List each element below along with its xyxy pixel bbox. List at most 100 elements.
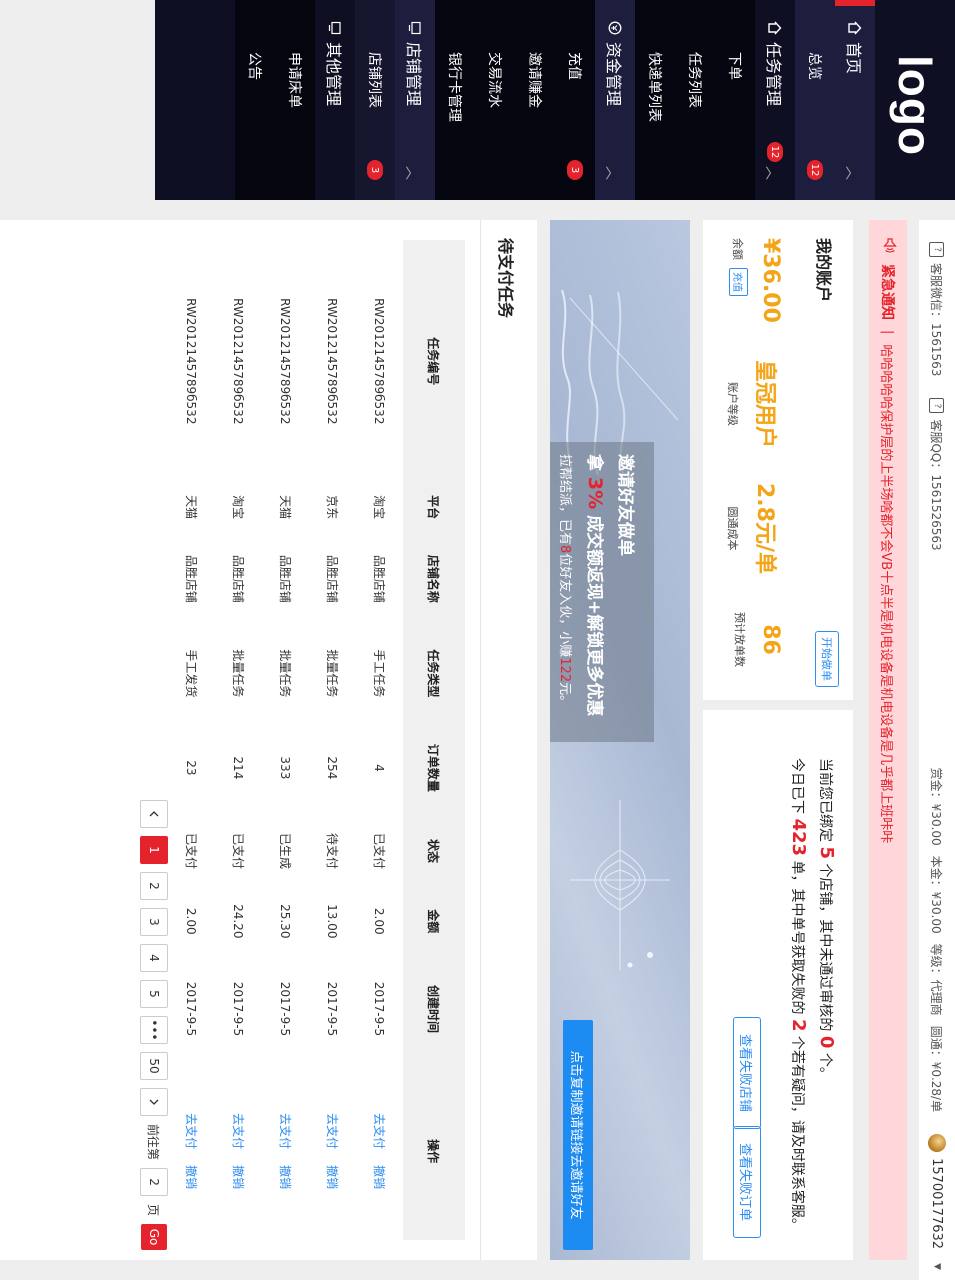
cancel-link[interactable]: 撤销 bbox=[325, 1165, 339, 1189]
chandelier-illustration bbox=[570, 800, 670, 970]
service-wechat: 客服微信：1561563 bbox=[929, 263, 944, 377]
recharge-button[interactable]: 充值 bbox=[729, 268, 748, 296]
page-unit: 页 bbox=[146, 1204, 161, 1217]
platform: 天猫 bbox=[184, 495, 198, 520]
username[interactable]: 15700177632 bbox=[930, 1158, 945, 1249]
go-button[interactable]: Go bbox=[141, 1224, 167, 1251]
estimate-stat: 86 预计放单数 bbox=[732, 612, 783, 667]
caret-down-icon[interactable]: ▼ bbox=[932, 1263, 942, 1270]
balance-label-row: 余额充值 bbox=[729, 238, 748, 323]
created-date: 2017-9-5 bbox=[372, 981, 387, 1037]
table-row: RW2012145789б532 淘宝 品胜店铺 手工任务 4 已支付 2.00… bbox=[356, 240, 403, 1240]
next-page-button[interactable] bbox=[140, 1088, 168, 1116]
nav-item-label: 快递单列表 bbox=[646, 52, 662, 122]
prev-page-button[interactable] bbox=[140, 800, 168, 828]
nav-item-invite-earn[interactable]: 邀请赚金 bbox=[515, 0, 555, 200]
platform: 京东 bbox=[325, 495, 339, 520]
chevron-up-icon: ︿ bbox=[403, 166, 419, 180]
cancel-link[interactable]: 撤销 bbox=[231, 1165, 245, 1189]
nav-home[interactable]: 首页 ︿ bbox=[835, 0, 875, 200]
copy-invite-link-button[interactable]: 点击复制邀请链接去邀请好友 bbox=[563, 1020, 593, 1250]
user-level: 等级：代理商 bbox=[929, 943, 944, 1016]
monitor-icon bbox=[327, 20, 343, 36]
nav-item-shop-list[interactable]: 店铺列表 3 bbox=[355, 0, 395, 200]
ellipsis[interactable]: ••• bbox=[140, 1016, 168, 1044]
shop-name: 品胜店铺 bbox=[184, 554, 198, 603]
table-header-row: 任务编号 平台 店铺名称 任务类型 订单数量 状态 金额 创建时间 操作 bbox=[403, 240, 465, 1240]
nav-home-label: 首页 bbox=[844, 42, 863, 75]
pay-link[interactable]: 去支付 bbox=[184, 1113, 198, 1149]
task-id: RW2012145789б532 bbox=[231, 298, 246, 425]
page-button[interactable]: 3 bbox=[140, 908, 168, 936]
nav-item-place-order[interactable]: 下单 bbox=[715, 0, 755, 200]
pay-link[interactable]: 去支付 bbox=[278, 1113, 292, 1149]
nav-other-management[interactable]: 其他管理 bbox=[315, 0, 355, 200]
speaker-icon bbox=[879, 238, 897, 254]
table-row: RW2012145789б532 天猫 品胜店铺 批量任务 333 已生成 25… bbox=[262, 240, 309, 1240]
shop-name: 品胜店铺 bbox=[231, 554, 245, 603]
nav-fund-management[interactable]: 资金管理 ︿ bbox=[595, 0, 635, 200]
shop-name: 品胜店铺 bbox=[278, 554, 292, 603]
principal-amount: 本金：¥30.00 bbox=[929, 855, 944, 934]
cancel-link[interactable]: 撤销 bbox=[278, 1165, 292, 1189]
level-value: 皇冠用户 bbox=[752, 360, 777, 449]
task-id: RW2012145789б532 bbox=[184, 298, 199, 425]
avatar[interactable] bbox=[928, 1134, 946, 1153]
view-failed-shops-button[interactable]: 查看失败店铺 bbox=[733, 1017, 761, 1129]
page-button[interactable]: 1 bbox=[140, 836, 168, 864]
shop-status-card: 当前您已绑定 5 个店铺，其中未通过审核的 0 个。 今日已下 423 单，其中… bbox=[703, 710, 853, 1260]
home-icon bbox=[847, 20, 863, 36]
nav-group-shops: 店铺管理 ︿ 店铺列表 3 bbox=[355, 0, 435, 200]
nav-item-bank-cards[interactable]: 银行卡管理 bbox=[435, 0, 475, 200]
cancel-link[interactable]: 撤销 bbox=[372, 1165, 386, 1189]
chevron-up-icon: ︿ bbox=[843, 166, 859, 180]
nav-item-announcement[interactable]: 公告 bbox=[235, 0, 275, 200]
orders-today: 423 bbox=[788, 818, 809, 857]
nav-item-task-list[interactable]: 任务列表 bbox=[675, 0, 715, 200]
chevron-up-icon: ︿ bbox=[603, 166, 619, 180]
nav-task-management[interactable]: 任务管理 12 ︿ bbox=[755, 0, 795, 200]
nav-item-label: 充值 bbox=[566, 52, 582, 80]
text: 个店铺，其中未通过审核的 bbox=[817, 863, 833, 1032]
goto-label: 前往第 bbox=[146, 1124, 161, 1161]
page-button[interactable]: 2 bbox=[140, 872, 168, 900]
table-row: RW2012145789б532 淘宝 品胜店铺 批量任务 214 已支付 24… bbox=[215, 240, 262, 1240]
pending-payment-tasks: 待支付任务 任务编号 平台 店铺名称 任务类型 订单数量 状态 金额 创建时间 … bbox=[0, 220, 537, 1260]
goto-page-input[interactable]: 2 bbox=[140, 1168, 168, 1197]
nav-item-express-list[interactable]: 快递单列表 bbox=[635, 0, 675, 200]
invite-progress: 拉帮结派，已有8位好友入伙，小赚122元。 bbox=[557, 454, 576, 742]
badge: 12 bbox=[807, 160, 823, 180]
shop-binding-summary: 当前您已绑定 5 个店铺，其中未通过审核的 0 个。 bbox=[816, 758, 837, 1081]
nav-item-label: 邀请赚金 bbox=[526, 52, 542, 108]
pay-link[interactable]: 去支付 bbox=[372, 1113, 386, 1149]
pay-link[interactable]: 去支付 bbox=[231, 1113, 245, 1149]
last-page-button[interactable]: 50 bbox=[140, 1052, 168, 1080]
nav-shop-management[interactable]: 店铺管理 ︿ bbox=[395, 0, 435, 200]
failed-orders-count: 2 bbox=[788, 1018, 809, 1032]
nav-item-apply-sheet[interactable]: 申请床单 bbox=[275, 0, 315, 200]
nav-group-tasks: 任务管理 12 ︿ 下单 任务列表 快递单列表 bbox=[635, 0, 795, 200]
column-header: 创建时间 bbox=[403, 955, 465, 1063]
page-button[interactable]: 4 bbox=[140, 944, 168, 972]
shop-name: 品胜店铺 bbox=[372, 554, 386, 603]
created-date: 2017-9-5 bbox=[278, 981, 293, 1037]
nav-item-transactions[interactable]: 交易流水 bbox=[475, 0, 515, 200]
page-button[interactable]: 5 bbox=[140, 980, 168, 1008]
pay-link[interactable]: 去支付 bbox=[325, 1113, 339, 1149]
nav-item-overview[interactable]: 总览 12 bbox=[795, 0, 835, 200]
nav-group-other: 其他管理 申请床单 公告 bbox=[235, 0, 355, 200]
view-failed-orders-button[interactable]: 查看失败订单 bbox=[733, 1126, 761, 1238]
active-indicator bbox=[835, 0, 875, 6]
nav-item-label: 任务列表 bbox=[686, 52, 702, 108]
question-icon: ? bbox=[929, 398, 945, 414]
nav-item-recharge[interactable]: 充值 3 bbox=[555, 0, 595, 200]
cancel-link[interactable]: 撤销 bbox=[184, 1165, 198, 1189]
logo[interactable]: logo bbox=[875, 0, 955, 200]
task-type: 批量任务 bbox=[325, 649, 339, 698]
top-bar: ? 客服微信：1561563 ? 客服QQ：1561526563 赏金：¥30.… bbox=[919, 220, 955, 1280]
start-order-button[interactable]: 开始做单 bbox=[815, 631, 839, 687]
text: 单，其中单号获取失败的 bbox=[789, 860, 805, 1015]
shipping-rate: 圆通：¥0.28/单 bbox=[929, 1025, 944, 1113]
nav-group-home: 首页 ︿ 总览 12 bbox=[795, 0, 875, 200]
monitor-icon bbox=[407, 20, 423, 36]
